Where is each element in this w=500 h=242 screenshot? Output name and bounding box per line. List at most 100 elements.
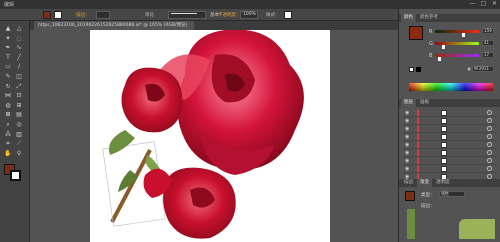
rose-artwork[interactable]: [90, 30, 330, 242]
magic-wand-tool-icon[interactable]: ✦: [4, 35, 12, 43]
tab-layers[interactable]: 图层: [401, 99, 416, 107]
symbol-sprayer-tool-icon[interactable]: ⁂: [4, 131, 12, 139]
layer-target-icon[interactable]: [487, 118, 492, 123]
paintbrush-tool-icon[interactable]: ∕: [15, 63, 23, 71]
minimize-icon[interactable]: —: [467, 0, 478, 9]
blend-tool-icon[interactable]: ◎: [15, 121, 23, 129]
gradient-swatch[interactable]: [405, 191, 415, 201]
eraser-tool-icon[interactable]: ◫: [15, 73, 23, 81]
green-value-field[interactable]: 41: [482, 40, 494, 46]
layer-row[interactable]: ◉: [403, 117, 497, 125]
black-swatch[interactable]: [416, 67, 421, 72]
hex-field[interactable]: 9F2911: [472, 66, 494, 72]
blue-slider-thumb[interactable]: [438, 57, 441, 61]
rotate-tool-icon[interactable]: ↻: [4, 83, 12, 91]
layer-row[interactable]: ◉: [403, 149, 497, 157]
tab-stroke[interactable]: 描边: [401, 179, 416, 187]
slice-tool-icon[interactable]: ⟋: [15, 140, 23, 148]
pen-tool-icon[interactable]: ✒: [4, 44, 12, 52]
width-tool-icon[interactable]: ⋈: [4, 92, 12, 100]
tab-artboards[interactable]: 画板: [417, 99, 432, 107]
stroke-label[interactable]: 描边：: [76, 12, 90, 18]
visibility-eye-icon[interactable]: ◉: [405, 118, 409, 124]
visibility-eye-icon[interactable]: ◉: [405, 134, 409, 140]
stroke-swatch[interactable]: [54, 11, 62, 19]
blue-slider[interactable]: [435, 54, 479, 57]
visibility-eye-icon[interactable]: ◉: [405, 142, 409, 148]
fill-swatch[interactable]: [43, 11, 51, 19]
brush-style-dropdown[interactable]: [168, 11, 206, 19]
opacity-label[interactable]: 不透明度：: [218, 12, 241, 18]
layer-row[interactable]: ◉: [403, 125, 497, 133]
canvas-workspace[interactable]: [30, 30, 398, 242]
artboard[interactable]: [90, 30, 330, 242]
layer-target-icon[interactable]: [487, 158, 492, 163]
style-swatch[interactable]: [284, 11, 292, 19]
menu-edit[interactable]: 编辑: [4, 1, 14, 8]
close-icon[interactable]: ✕: [489, 0, 500, 9]
blue-value-field[interactable]: 17: [482, 52, 494, 58]
current-fill-swatch[interactable]: [409, 26, 423, 40]
layer-target-icon[interactable]: [487, 166, 492, 171]
selection-tool-icon[interactable]: ▲: [4, 25, 12, 33]
mesh-tool-icon[interactable]: ⊠: [4, 111, 12, 119]
right-panels: 颜色 颜色参考 R 159 G 41 B 17 # 9F2911 图层 画板 ◉…: [398, 9, 500, 242]
scale-tool-icon[interactable]: ⤢: [15, 83, 23, 91]
red-slider[interactable]: [435, 30, 479, 33]
visibility-eye-icon[interactable]: ◉: [405, 158, 409, 164]
stroke-weight-field[interactable]: [96, 11, 110, 19]
visibility-eye-icon[interactable]: ◉: [405, 110, 409, 116]
layer-target-icon[interactable]: [487, 134, 492, 139]
perspective-tool-icon[interactable]: ⊞: [15, 102, 23, 110]
tab-color-guide[interactable]: 颜色参考: [417, 14, 441, 22]
tab-transparency[interactable]: 透明度: [433, 179, 453, 187]
pencil-tool-icon[interactable]: ✎: [4, 73, 12, 81]
uniform-label[interactable]: 等比: [145, 12, 154, 18]
none-swatch[interactable]: [409, 67, 414, 72]
visibility-eye-icon[interactable]: ◉: [405, 150, 409, 156]
layer-row[interactable]: ◉: [403, 157, 497, 165]
tab-color[interactable]: 颜色: [401, 14, 416, 22]
maximize-icon[interactable]: □: [478, 0, 489, 9]
lasso-tool-icon[interactable]: ◌: [15, 35, 23, 43]
style-label: 样式：: [266, 13, 280, 18]
layer-row[interactable]: ◉: [403, 109, 497, 117]
layer-row[interactable]: ◉: [403, 141, 497, 149]
layer-target-icon[interactable]: [487, 150, 492, 155]
zoom-tool-icon[interactable]: ⚲: [15, 150, 23, 158]
stroke-color-box[interactable]: [10, 170, 21, 181]
visibility-eye-icon[interactable]: ◉: [405, 166, 409, 172]
red-value-field[interactable]: 159: [482, 28, 494, 34]
artboard-tool-icon[interactable]: ⌗: [4, 140, 12, 148]
blue-label: B: [429, 53, 433, 59]
tools-panel: ▲ △ ✦ ◌ ✒ ∿ T ╱ ▭ ∕ ✎ ◫ ↻ ⤢ ⋈ ⊡ ◍ ⊞ ⊠ ▤ ⌕ ◎ ⁂ ▥ ⌗ ⟋ ✋ ⚲: [0, 21, 30, 242]
layer-row[interactable]: ◉: [403, 165, 497, 173]
free-transform-tool-icon[interactable]: ⊡: [15, 92, 23, 100]
red-slider-thumb[interactable]: [462, 33, 465, 37]
gradient-type-dropdown[interactable]: 线性: [439, 191, 465, 197]
layer-target-icon[interactable]: [487, 126, 492, 131]
hand-tool-icon[interactable]: ✋: [4, 150, 12, 158]
graph-tool-icon[interactable]: ▥: [15, 131, 23, 139]
layer-row[interactable]: ◉: [403, 133, 497, 141]
direct-selection-tool-icon[interactable]: △: [15, 25, 23, 33]
opacity-field[interactable]: 100%: [240, 11, 258, 19]
type-tool-icon[interactable]: T: [4, 54, 12, 62]
visibility-eye-icon[interactable]: ◉: [405, 126, 409, 132]
green-slider-thumb[interactable]: [442, 45, 445, 49]
rectangle-tool-icon[interactable]: ▭: [4, 63, 12, 71]
curvature-tool-icon[interactable]: ∿: [15, 44, 23, 52]
document-tab[interactable]: https_10623106_20190226152825880088.ai* …: [34, 21, 194, 30]
gradient-preview: [459, 219, 495, 239]
brush-style-line: [171, 13, 197, 14]
gradient-stop-preview[interactable]: [407, 209, 415, 239]
hex-prefix: #: [467, 67, 472, 73]
layer-target-icon[interactable]: [487, 110, 492, 115]
gradient-tool-icon[interactable]: ▤: [15, 111, 23, 119]
color-panel-tabs: 颜色 颜色参考: [399, 14, 500, 22]
tab-gradient[interactable]: 渐变: [417, 179, 432, 187]
eyedropper-tool-icon[interactable]: ⌕: [4, 121, 12, 129]
layer-target-icon[interactable]: [487, 142, 492, 147]
shape-builder-tool-icon[interactable]: ◍: [4, 102, 12, 110]
line-tool-icon[interactable]: ╱: [15, 54, 23, 62]
